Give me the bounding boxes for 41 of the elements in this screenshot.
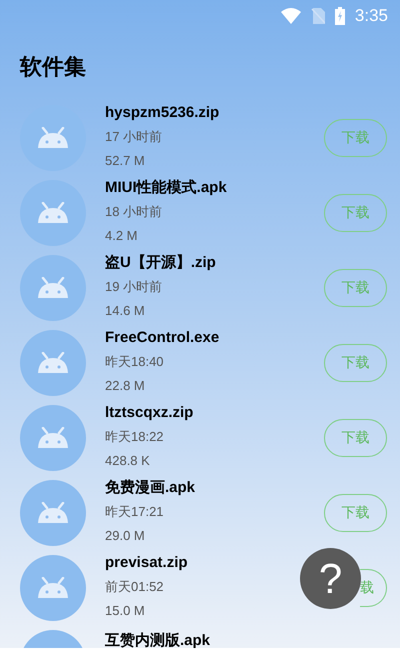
file-size: 4.2 M xyxy=(105,227,139,245)
file-size: 14.6 M xyxy=(105,302,146,320)
android-icon xyxy=(35,576,71,598)
download-button[interactable]: 下载 xyxy=(324,268,387,306)
file-name: 盗U【开源】.zip xyxy=(105,253,217,273)
file-name: 互赞内测版.apk xyxy=(105,631,212,648)
download-button[interactable]: 下载 xyxy=(324,418,387,456)
file-time: 昨天18:22 xyxy=(105,428,165,446)
file-size: 15.0 M xyxy=(105,602,146,620)
android-icon xyxy=(35,126,71,148)
file-name: 免费漫画.apk xyxy=(105,478,196,498)
file-size: 29.0 M xyxy=(105,527,146,545)
file-name: MIUI性能模式.apk xyxy=(105,178,228,198)
download-button[interactable]: 下载 xyxy=(324,494,387,532)
file-time: 18 小时前 xyxy=(105,203,164,221)
file-size: 52.7 M xyxy=(105,152,146,170)
android-icon xyxy=(35,276,71,298)
help-button[interactable]: ? xyxy=(300,548,361,609)
file-size: 428.8 K xyxy=(105,452,151,470)
android-icon xyxy=(35,426,71,448)
no-sim-icon xyxy=(310,8,325,24)
file-time: 昨天17:21 xyxy=(105,503,165,521)
android-icon xyxy=(35,502,71,524)
file-time: 17 小时前 xyxy=(105,128,164,146)
file-time: 前天01:52 xyxy=(105,578,165,596)
download-button[interactable]: 下载 xyxy=(324,194,387,232)
download-button[interactable]: 下载 xyxy=(324,344,387,382)
file-name: FreeControl.exe xyxy=(105,328,220,348)
file-time: 昨天18:40 xyxy=(105,353,165,371)
file-name: previsat.zip xyxy=(105,553,189,573)
file-time: 19 小时前 xyxy=(105,278,164,296)
android-icon xyxy=(35,352,71,374)
android-icon xyxy=(35,202,71,224)
file-name: hyspzm5236.zip xyxy=(105,103,220,123)
clock-time: 3:35 xyxy=(354,5,388,28)
wifi-icon xyxy=(280,8,301,24)
download-button[interactable]: 下载 xyxy=(324,118,387,156)
file-size: 22.8 M xyxy=(105,377,146,395)
battery-charging-icon xyxy=(334,7,345,25)
page-title: 软件集 xyxy=(20,52,86,80)
file-name: ltztscqxz.zip xyxy=(105,403,194,423)
